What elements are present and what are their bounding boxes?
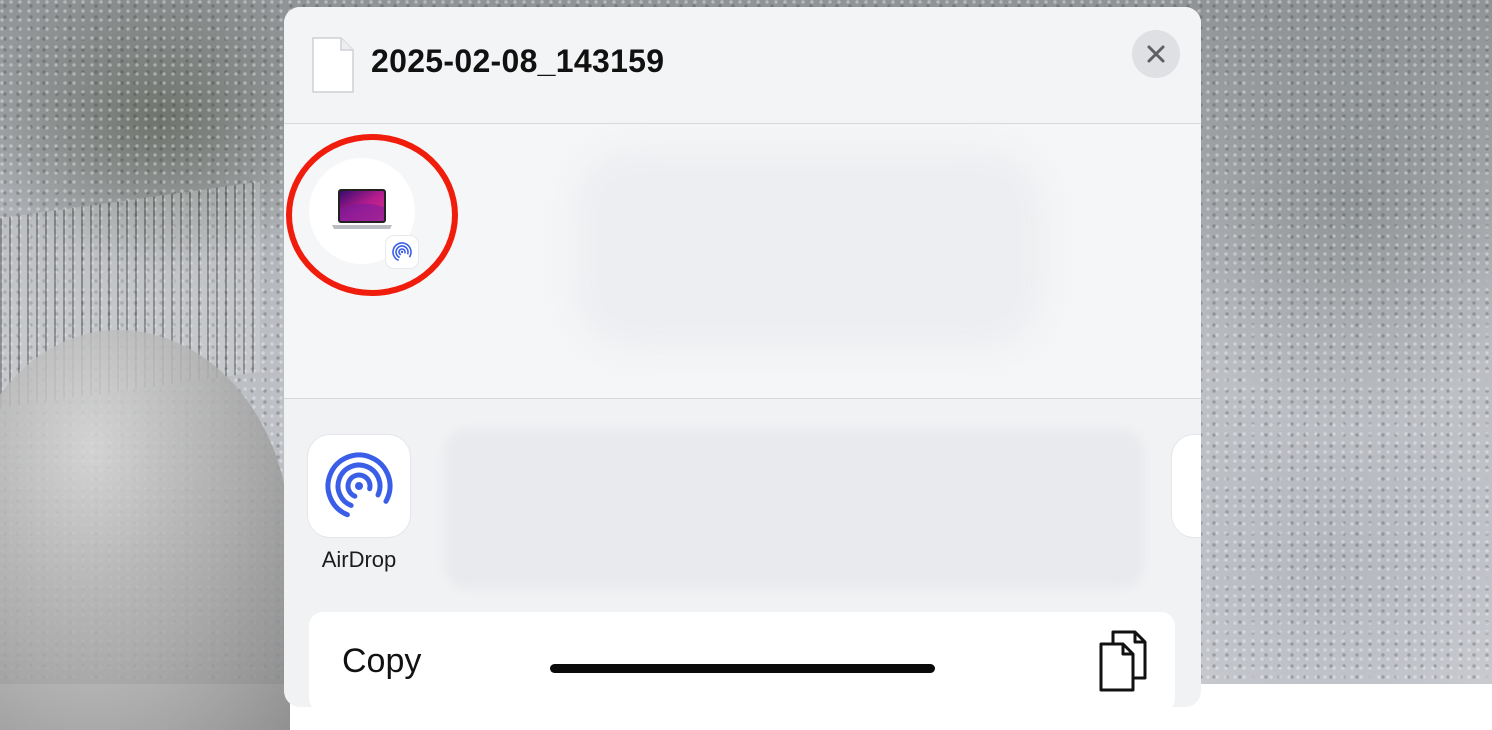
- close-icon: [1147, 45, 1165, 63]
- share-apps-row: AirDrop: [284, 399, 1201, 599]
- copy-icon: [1099, 630, 1147, 692]
- action-copy-label: Copy: [342, 642, 422, 680]
- redacted-contacts: [574, 149, 1044, 349]
- app-next-partial[interactable]: [1172, 435, 1201, 537]
- airdrop-people-row: [284, 124, 1201, 399]
- share-sheet-header: 2025-02-08_143159: [284, 7, 1201, 124]
- file-name-title: 2025-02-08_143159: [371, 43, 665, 79]
- app-airdrop[interactable]: [308, 435, 410, 537]
- airdrop-icon: [325, 452, 393, 520]
- redacted-apps: [444, 429, 1144, 589]
- document-icon: [312, 37, 354, 93]
- wallpaper-snow-mound: [0, 330, 290, 730]
- share-sheet: 2025-02-08_143159 AirDrop Copy: [284, 7, 1201, 707]
- highlight-circle: [286, 134, 458, 296]
- action-copy-row[interactable]: Copy: [309, 612, 1175, 707]
- app-airdrop-label: AirDrop: [321, 547, 397, 572]
- close-button[interactable]: [1132, 30, 1180, 78]
- home-indicator[interactable]: [550, 664, 935, 673]
